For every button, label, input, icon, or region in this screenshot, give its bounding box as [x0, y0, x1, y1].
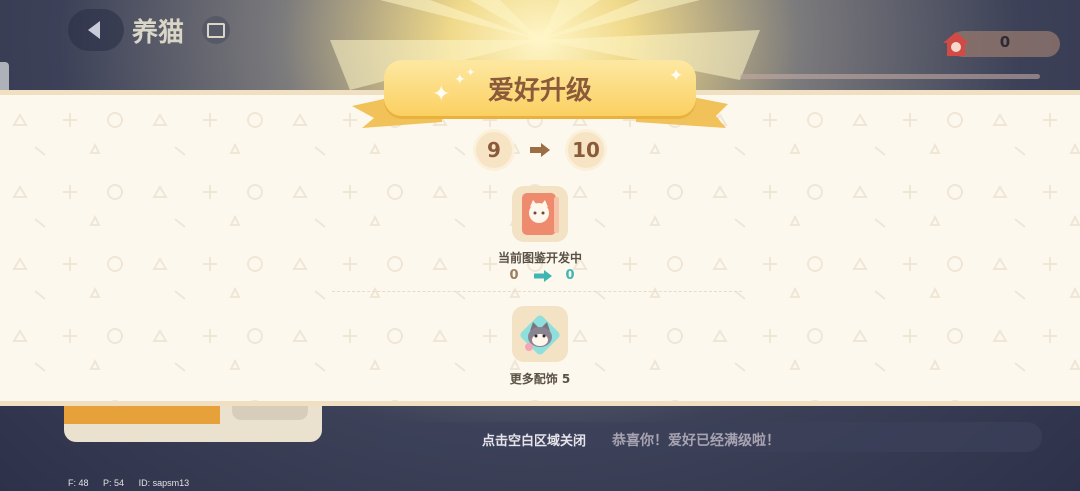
debug-f: F: 48: [68, 478, 89, 488]
level-from-badge: 9: [476, 132, 512, 168]
page-title: 养猫: [132, 18, 185, 48]
back-button[interactable]: [68, 9, 124, 51]
currency-value: 0: [999, 33, 1011, 51]
modal-title: 爱好升级: [487, 76, 592, 106]
book-icon[interactable]: [202, 16, 230, 44]
house-icon: [943, 32, 969, 56]
debug-p: P: 54: [103, 478, 125, 488]
back-arrow-icon: [88, 21, 100, 39]
arrow-right-icon: [530, 143, 550, 157]
cat-book-icon: [522, 193, 559, 235]
debug-id: ID: sapsm13: [138, 478, 190, 488]
header-underline: [740, 74, 1040, 79]
reward-label: 更多配饰 5: [509, 372, 571, 386]
sparkle-icon: ✦: [454, 72, 466, 88]
sparkle-icon: ✦: [466, 66, 476, 79]
debug-info: F: 48 P: 54 ID: sapsm13: [68, 478, 201, 488]
cat-accessory-icon: [520, 315, 560, 355]
reward-label: 当前图鉴开发中: [497, 251, 582, 265]
arrow-right-teal-icon: [534, 270, 552, 282]
reward-value-to: 0: [565, 268, 575, 283]
close-hint[interactable]: 点击空白区域关闭: [482, 430, 586, 449]
max-level-message: 恭喜你！爱好已经满级啦！: [612, 433, 780, 449]
level-to-badge: 10: [568, 132, 604, 168]
divider: [332, 291, 742, 292]
reward-value-from: 0: [509, 268, 519, 283]
sparkle-icon: ✦: [432, 82, 451, 107]
sparkle-icon: ✦: [669, 66, 684, 86]
